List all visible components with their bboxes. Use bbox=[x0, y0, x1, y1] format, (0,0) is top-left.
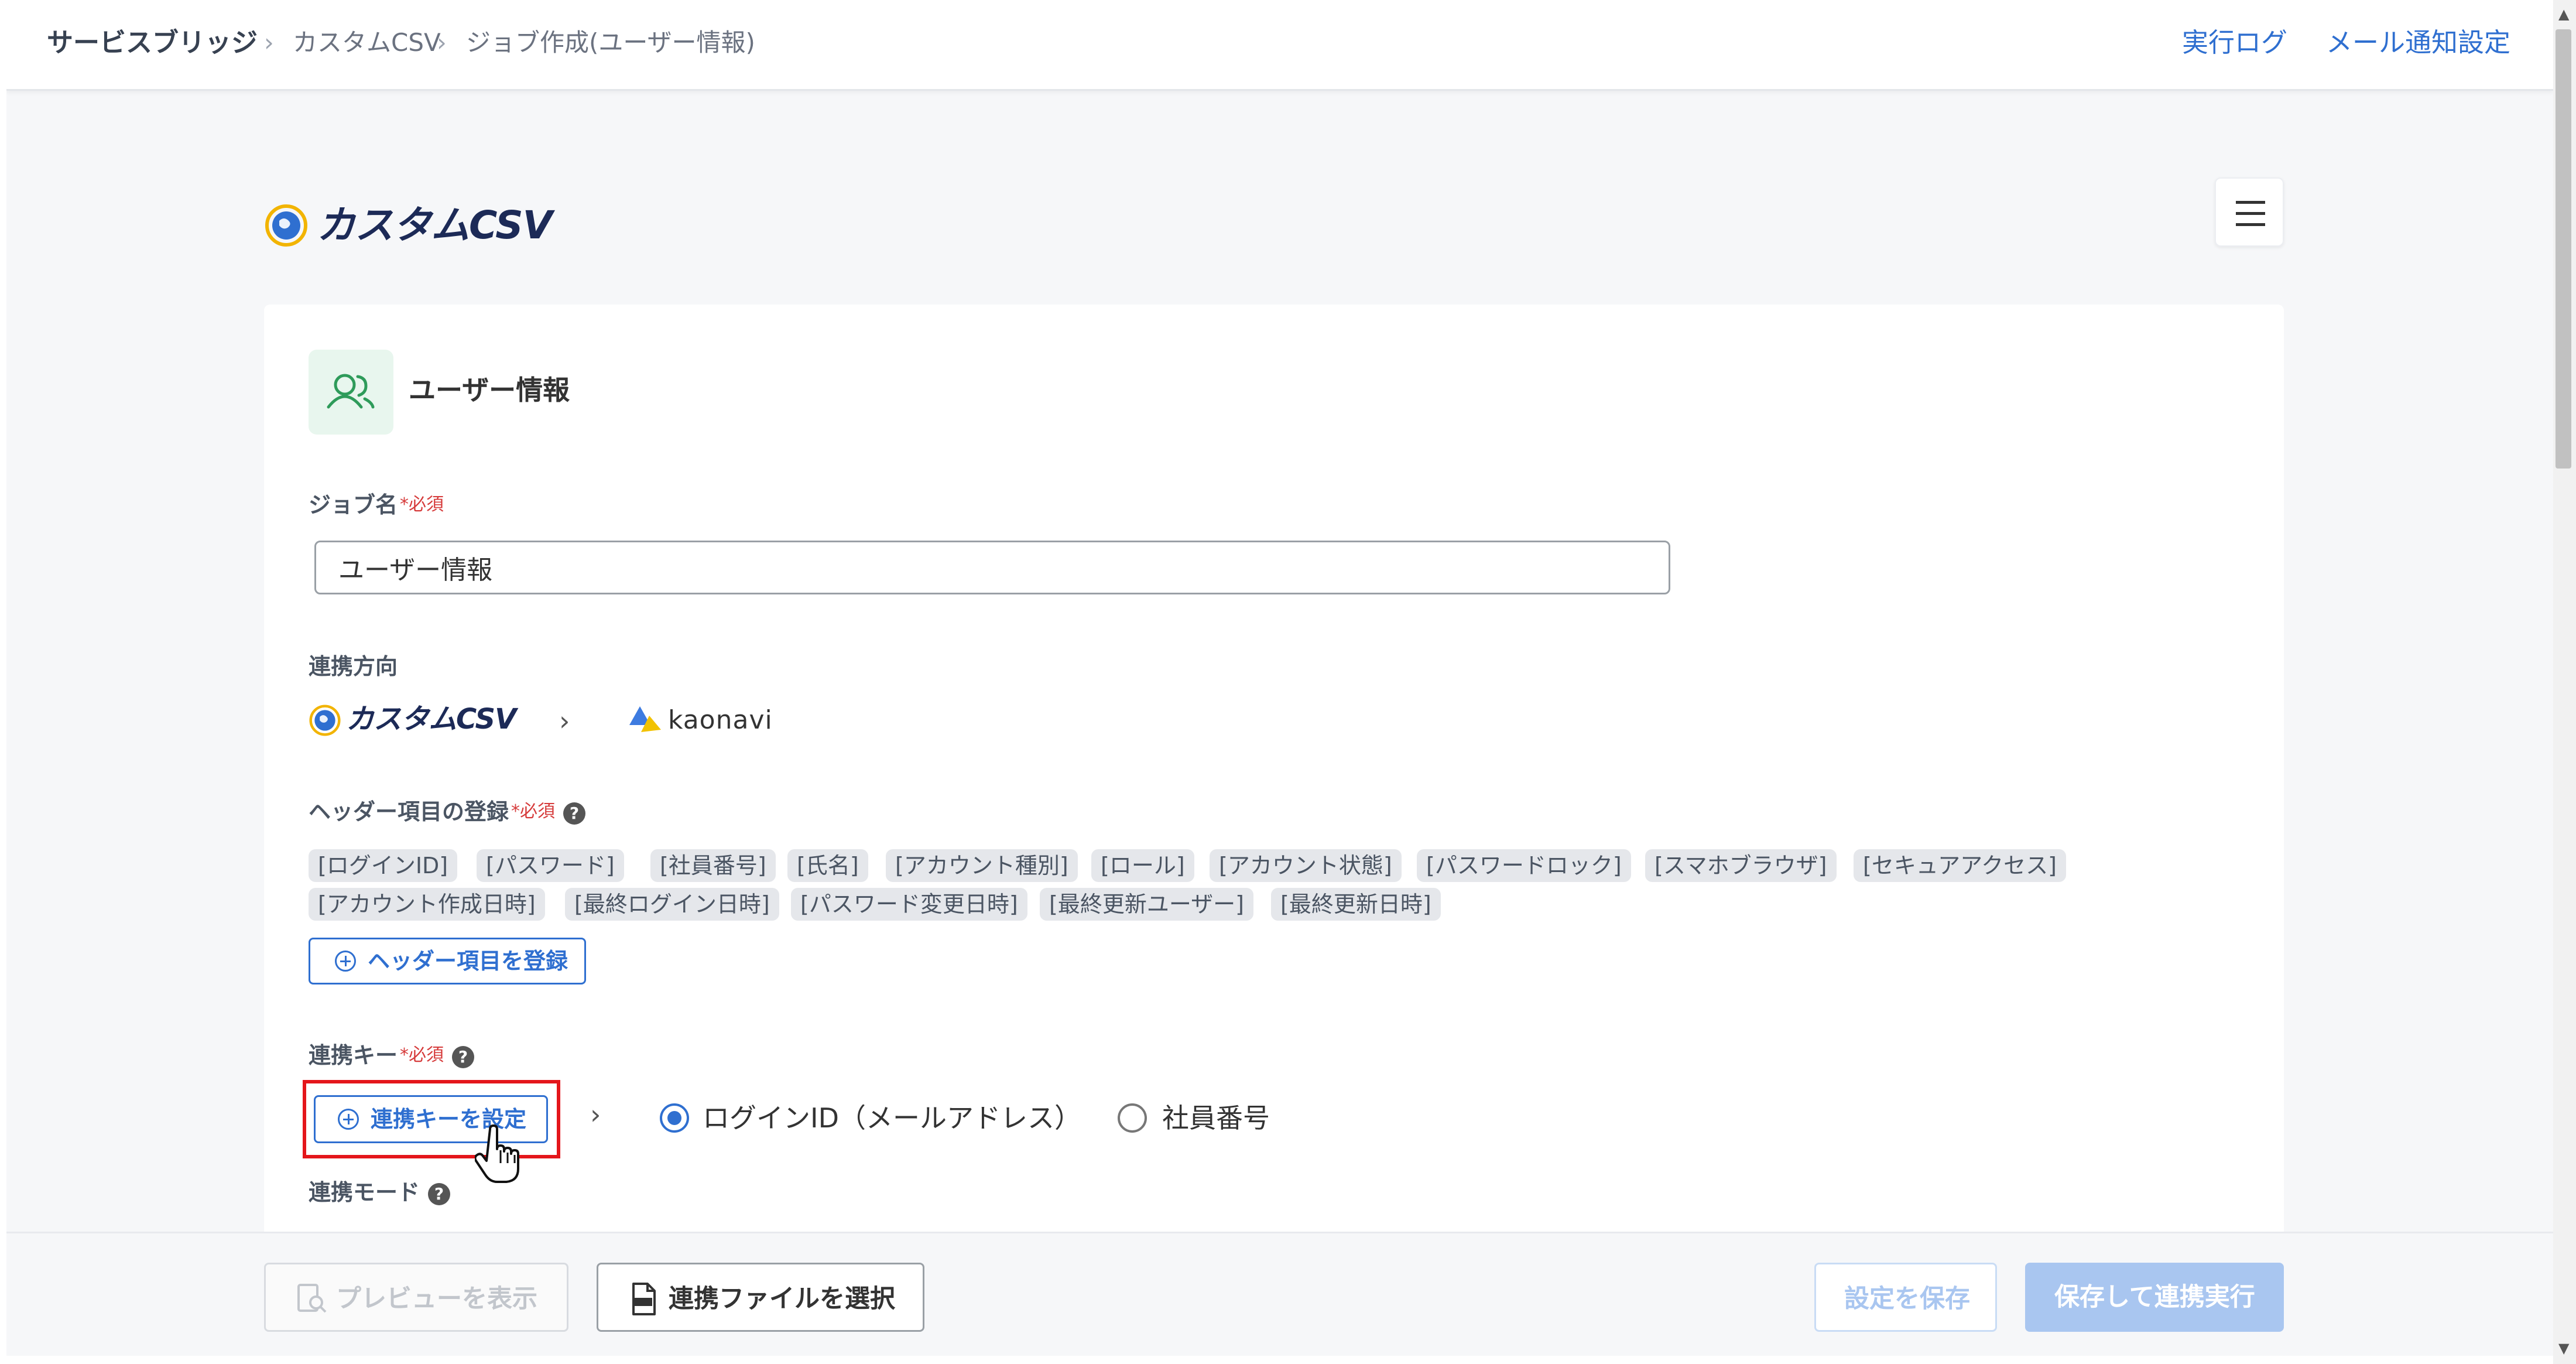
job-name-label: ジョブ名 *必須 bbox=[309, 490, 444, 520]
header-chip: [社員番号] bbox=[650, 849, 776, 882]
globe-logo-icon bbox=[309, 705, 341, 736]
headers-label: ヘッダー項目の登録 *必須? bbox=[309, 796, 586, 827]
header-chip: [アカウント作成日時] bbox=[309, 888, 545, 921]
help-icon[interactable]: ? bbox=[428, 1182, 451, 1205]
required-text: 必須 bbox=[520, 801, 556, 822]
header-chip: [パスワード変更日時] bbox=[791, 888, 1027, 921]
menu-button[interactable] bbox=[2215, 177, 2284, 247]
exec-log-link[interactable]: 実行ログ bbox=[2182, 26, 2287, 60]
preview-button[interactable]: プレビューを表示 bbox=[264, 1263, 568, 1332]
register-headers-button-label: ヘッダー項目を登録 bbox=[368, 948, 568, 974]
link-key-label: 連携キー *必須? bbox=[309, 1040, 475, 1071]
required-mark: *必須 bbox=[400, 494, 444, 515]
help-icon[interactable]: ? bbox=[452, 1045, 475, 1068]
link-key-label-text: 連携キー bbox=[309, 1042, 398, 1068]
select-file-button-label: 連携ファイルを選択 bbox=[669, 1284, 895, 1314]
save-settings-button-label: 設定を保存 bbox=[1844, 1284, 1970, 1314]
scroll-up-arrow-icon[interactable]: ▲ bbox=[2558, 6, 2569, 22]
radio-label: 社員番号 bbox=[1162, 1102, 1270, 1134]
form-card bbox=[264, 305, 2284, 1356]
scroll-down-arrow-icon[interactable]: ▼ bbox=[2558, 1340, 2569, 1356]
direction-target: kaonavi bbox=[627, 702, 814, 738]
header-chip: [アカウント種別] bbox=[886, 849, 1078, 882]
link-mode-label-text: 連携モード bbox=[309, 1180, 420, 1205]
header-chip: [パスワード] bbox=[477, 849, 624, 882]
preview-button-label: プレビューを表示 bbox=[336, 1284, 537, 1314]
users-icon bbox=[327, 374, 375, 409]
required-text: 必須 bbox=[409, 494, 444, 515]
radio-label: ログインID（メールアドレス） bbox=[703, 1102, 1081, 1134]
headers-label-text: ヘッダー項目の登録 bbox=[309, 799, 509, 825]
header-chip: [セキュアアクセス] bbox=[1854, 849, 2066, 882]
radio-unselected[interactable] bbox=[1118, 1103, 1147, 1133]
required-mark: *必須 bbox=[511, 801, 555, 822]
header-chip: [最終更新ユーザー] bbox=[1040, 888, 1253, 921]
select-file-button[interactable]: 連携ファイルを選択 bbox=[597, 1263, 924, 1332]
chevron-right-icon: › bbox=[559, 705, 570, 737]
header-chip: [パスワードロック] bbox=[1417, 849, 1631, 882]
hand-cursor-icon bbox=[475, 1124, 519, 1183]
plus-circle-icon bbox=[335, 951, 356, 972]
register-headers-button[interactable]: ヘッダー項目を登録 bbox=[309, 938, 586, 984]
users-icon-box bbox=[309, 350, 393, 435]
breadcrumb-separator-icon: › bbox=[437, 28, 447, 57]
breadcrumb-home[interactable]: サービスブリッジ bbox=[47, 26, 258, 60]
preview-icon bbox=[297, 1284, 327, 1313]
top-bar: サービスブリッジ › カスタムCSV › ジョブ作成(ユーザー情報) 実行ログ … bbox=[6, 0, 2553, 91]
breadcrumb-current: ジョブ作成(ユーザー情報) bbox=[466, 28, 755, 57]
header-chip: [スマホブラウザ] bbox=[1645, 849, 1837, 882]
radio-selected[interactable] bbox=[660, 1103, 689, 1133]
header-chip: [最終更新日時] bbox=[1271, 888, 1441, 921]
job-name-label-text: ジョブ名 bbox=[309, 492, 398, 518]
direction-source: カスタムCSV bbox=[309, 702, 519, 738]
help-icon[interactable]: ? bbox=[563, 802, 586, 825]
job-name-input[interactable] bbox=[314, 541, 1670, 594]
required-asterisk: * bbox=[400, 1045, 409, 1065]
required-mark: *必須 bbox=[400, 1045, 444, 1065]
link-mode-label: 連携モード? bbox=[309, 1177, 451, 1208]
app-logo: カスタムCSV bbox=[264, 202, 553, 249]
globe-logo-icon bbox=[265, 204, 307, 247]
header-chip: [最終ログイン日時] bbox=[565, 888, 779, 921]
kaonavi-logo-icon bbox=[629, 706, 661, 732]
header-chip: [ログインID] bbox=[309, 849, 458, 882]
menu-icon bbox=[2236, 201, 2265, 204]
app-logo-text: カスタムCSV bbox=[317, 203, 553, 248]
menu-icon-bar bbox=[2236, 212, 2265, 215]
menu-icon-bar bbox=[2236, 223, 2265, 226]
direction-target-text: kaonavi bbox=[668, 705, 773, 735]
mail-settings-link[interactable]: メール通知設定 bbox=[2326, 26, 2510, 60]
scrollbar-thumb[interactable] bbox=[2556, 29, 2571, 469]
direction-source-text: カスタムCSV bbox=[346, 703, 516, 736]
breadcrumb-separator-icon: › bbox=[264, 28, 274, 57]
save-and-run-button[interactable]: 保存して連携実行 bbox=[2025, 1263, 2284, 1332]
required-asterisk: * bbox=[400, 494, 409, 515]
required-asterisk: * bbox=[511, 801, 520, 822]
header-chip: [アカウント状態] bbox=[1210, 849, 1402, 882]
save-and-run-button-label: 保存して連携実行 bbox=[2054, 1283, 2255, 1312]
csv-file-icon bbox=[632, 1283, 656, 1315]
chevron-right-icon: › bbox=[590, 1099, 601, 1130]
header-chip: [氏名] bbox=[787, 849, 868, 882]
footer-bar: プレビューを表示 連携ファイルを選択 設定を保存 保存して連携実行 bbox=[6, 1232, 2553, 1356]
app-window: サービスブリッジ › カスタムCSV › ジョブ作成(ユーザー情報) 実行ログ … bbox=[6, 0, 2553, 1356]
plus-circle-icon bbox=[338, 1109, 359, 1130]
save-settings-button[interactable]: 設定を保存 bbox=[1814, 1263, 1997, 1332]
breadcrumb-parent[interactable]: カスタムCSV bbox=[293, 26, 441, 60]
header-chip: [ロール] bbox=[1091, 849, 1194, 882]
section-title: ユーザー情報 bbox=[409, 374, 570, 406]
direction-label: 連携方向 bbox=[309, 654, 398, 679]
required-text: 必須 bbox=[409, 1045, 444, 1065]
